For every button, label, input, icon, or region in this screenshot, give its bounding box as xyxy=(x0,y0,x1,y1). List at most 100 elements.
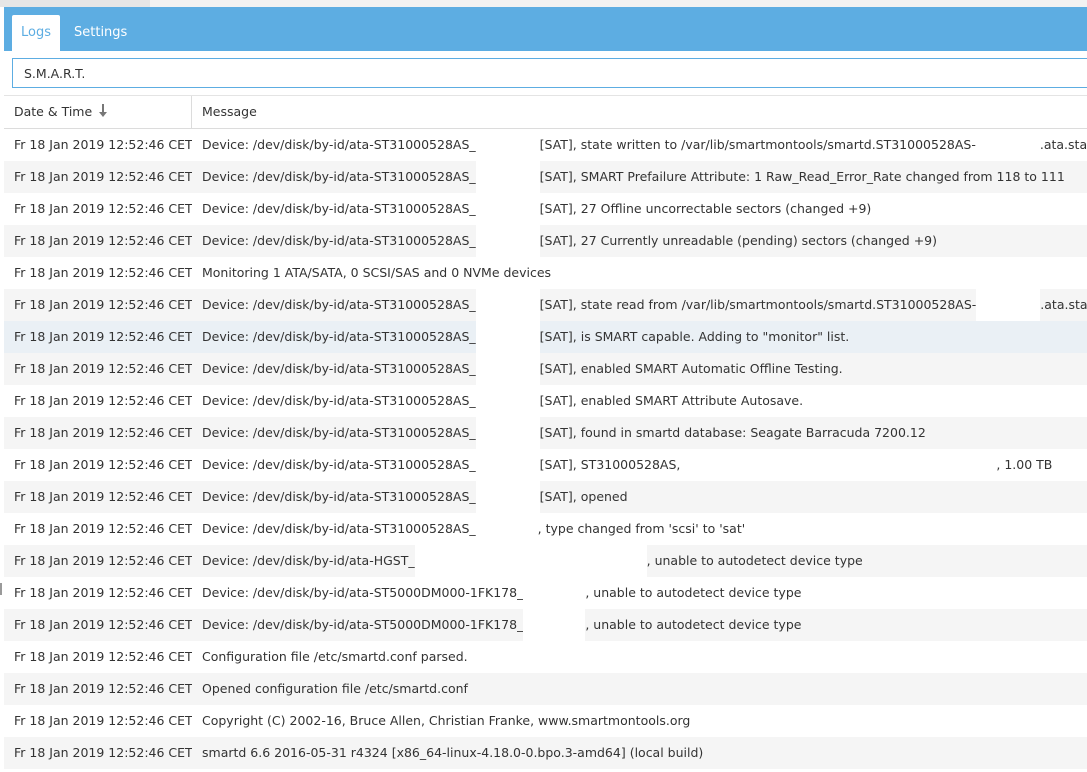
log-message-text: Device: /dev/disk/by-id/ata-ST5000DM000-… xyxy=(202,617,524,632)
log-row[interactable]: Fr 18 Jan 2019 12:52:46 CET Device: /dev… xyxy=(4,289,1087,321)
log-date: Fr 18 Jan 2019 12:52:46 CET xyxy=(14,521,192,536)
log-message-text: [SAT], enabled SMART Attribute Autosave. xyxy=(539,393,804,408)
log-date: Fr 18 Jan 2019 12:52:46 CET xyxy=(14,297,192,312)
log-row[interactable]: Fr 18 Jan 2019 12:52:46 CET Device: /dev… xyxy=(4,609,1087,641)
column-header-date[interactable]: Date & Time xyxy=(4,96,192,128)
log-message: Device: /dev/disk/by-id/ata-ST31000528AS… xyxy=(192,481,1087,513)
log-message: Device: /dev/disk/by-id/ata-ST31000528AS… xyxy=(192,353,1087,385)
log-row[interactable]: Fr 18 Jan 2019 12:52:46 CET smartd 6.6 2… xyxy=(4,737,1087,769)
log-message-text: Monitoring 1 ATA/SATA, 0 SCSI/SAS and 0 … xyxy=(202,265,552,280)
log-message-text: [SAT], state read from /var/lib/smartmon… xyxy=(539,297,977,312)
log-message: Device: /dev/disk/by-id/ata-ST31000528AS… xyxy=(192,321,1087,353)
redacted-block xyxy=(475,513,538,545)
log-message: Device: /dev/disk/by-id/ata-ST31000528AS… xyxy=(192,129,1087,161)
log-date: Fr 18 Jan 2019 12:52:46 CET xyxy=(14,393,192,408)
log-message-text: Opened configuration file /etc/smartd.co… xyxy=(202,681,468,696)
log-message-text: .ata.state xyxy=(1040,297,1087,312)
log-message: smartd 6.6 2016-05-31 r4324 [x86_64-linu… xyxy=(192,737,1087,769)
redacted-block xyxy=(475,481,540,513)
log-message-text: Device: /dev/disk/by-id/ata-ST5000DM000-… xyxy=(202,585,524,600)
log-row[interactable]: Fr 18 Jan 2019 12:52:46 CET Device: /dev… xyxy=(4,225,1087,257)
log-row[interactable]: Fr 18 Jan 2019 12:52:46 CET Configuratio… xyxy=(4,641,1087,673)
log-message-text: Device: /dev/disk/by-id/ata-ST31000528AS… xyxy=(202,425,476,440)
filter-area xyxy=(4,51,1087,95)
log-row[interactable]: Fr 18 Jan 2019 12:52:46 CET Device: /dev… xyxy=(4,321,1087,353)
log-message-text: Device: /dev/disk/by-id/ata-ST31000528AS… xyxy=(202,489,476,504)
log-row[interactable]: Fr 18 Jan 2019 12:52:46 CET Copyright (C… xyxy=(4,705,1087,737)
log-row[interactable]: Fr 18 Jan 2019 12:52:46 CET Device: /dev… xyxy=(4,129,1087,161)
log-date: Fr 18 Jan 2019 12:52:46 CET xyxy=(14,617,192,632)
log-date: Fr 18 Jan 2019 12:52:46 CET xyxy=(14,361,192,376)
redacted-block xyxy=(523,609,586,641)
log-message: Device: /dev/disk/by-id/ata-ST5000DM000-… xyxy=(192,609,1087,641)
redacted-block xyxy=(976,289,1041,321)
log-message: Device: /dev/disk/by-id/ata-ST31000528AS… xyxy=(192,417,1087,449)
log-date: Fr 18 Jan 2019 12:52:46 CET xyxy=(14,489,192,504)
log-message: Device: /dev/disk/by-id/ata-ST5000DM000-… xyxy=(192,577,1087,609)
redacted-block xyxy=(680,449,997,481)
log-row[interactable]: Fr 18 Jan 2019 12:52:46 CET Device: /dev… xyxy=(4,481,1087,513)
log-grid: Date & Time Message Fr 18 Jan 2019 12:52… xyxy=(4,95,1087,772)
log-message-text: Device: /dev/disk/by-id/ata-ST31000528AS… xyxy=(202,201,476,216)
redacted-block xyxy=(975,129,1040,161)
log-row[interactable]: Fr 18 Jan 2019 12:52:46 CET Device: /dev… xyxy=(4,545,1087,577)
tab-settings[interactable]: Settings xyxy=(74,15,127,51)
log-message-text: [SAT], enabled SMART Automatic Offline T… xyxy=(539,361,843,376)
log-message: Device: /dev/disk/by-id/ata-ST31000528AS… xyxy=(192,161,1087,193)
redacted-block xyxy=(475,161,540,193)
log-row[interactable]: Fr 18 Jan 2019 12:52:46 CET Device: /dev… xyxy=(4,417,1087,449)
log-date: Fr 18 Jan 2019 12:52:46 CET xyxy=(14,553,192,568)
log-row[interactable]: Fr 18 Jan 2019 12:52:46 CET Device: /dev… xyxy=(4,353,1087,385)
redacted-block xyxy=(475,353,540,385)
log-date: Fr 18 Jan 2019 12:52:46 CET xyxy=(14,425,192,440)
log-row[interactable]: Fr 18 Jan 2019 12:52:46 CET Opened confi… xyxy=(4,673,1087,705)
log-row[interactable]: Fr 18 Jan 2019 12:52:46 CET Device: /dev… xyxy=(4,193,1087,225)
log-date: Fr 18 Jan 2019 12:52:46 CET xyxy=(14,201,192,216)
window-edge-handle xyxy=(0,583,2,595)
log-message-text: Configuration file /etc/smartd.conf pars… xyxy=(202,649,468,664)
top-strip xyxy=(0,0,1087,7)
log-message-text: [SAT], 27 Offline uncorrectable sectors … xyxy=(539,201,872,216)
log-message-text: Device: /dev/disk/by-id/ata-ST31000528AS… xyxy=(202,329,476,344)
sort-descending-icon[interactable] xyxy=(99,103,108,118)
log-message: Device: /dev/disk/by-id/ata-ST31000528AS… xyxy=(192,225,1087,257)
tab-logs[interactable]: Logs xyxy=(12,15,60,51)
log-message: Configuration file /etc/smartd.conf pars… xyxy=(192,641,1087,673)
log-message-text: Device: /dev/disk/by-id/ata-ST31000528AS… xyxy=(202,521,476,536)
log-message-text: smartd 6.6 2016-05-31 r4324 [x86_64-linu… xyxy=(202,745,704,760)
log-row[interactable]: Fr 18 Jan 2019 12:52:46 CET Device: /dev… xyxy=(4,513,1087,545)
log-message-text: Device: /dev/disk/by-id/ata-ST31000528AS… xyxy=(202,137,476,152)
log-message-text: [SAT], found in smartd database: Seagate… xyxy=(539,425,926,440)
log-message-text: [SAT], opened xyxy=(539,489,628,504)
column-header-message[interactable]: Message xyxy=(192,96,1087,128)
redacted-block xyxy=(475,385,540,417)
log-row[interactable]: Fr 18 Jan 2019 12:52:46 CET Device: /dev… xyxy=(4,161,1087,193)
log-date: Fr 18 Jan 2019 12:52:46 CET xyxy=(14,329,192,344)
log-message: Device: /dev/disk/by-id/ata-ST31000528AS… xyxy=(192,385,1087,417)
redacted-block xyxy=(475,417,540,449)
log-message-text: .ata.state xyxy=(1039,137,1087,152)
filter-input[interactable] xyxy=(12,58,1087,88)
log-date: Fr 18 Jan 2019 12:52:46 CET xyxy=(14,137,192,152)
log-message: Device: /dev/disk/by-id/ata-ST31000528AS… xyxy=(192,289,1087,321)
log-message-text: Device: /dev/disk/by-id/ata-ST31000528AS… xyxy=(202,393,476,408)
log-row[interactable]: Fr 18 Jan 2019 12:52:46 CET Device: /dev… xyxy=(4,385,1087,417)
redacted-block xyxy=(475,321,540,353)
log-message: Copyright (C) 2002-16, Bruce Allen, Chri… xyxy=(192,705,1087,737)
log-message-text: , type changed from 'scsi' to 'sat' xyxy=(537,521,746,536)
log-message-text: [SAT], state written to /var/lib/smartmo… xyxy=(539,137,976,152)
log-date: Fr 18 Jan 2019 12:52:46 CET xyxy=(14,265,192,280)
log-date: Fr 18 Jan 2019 12:52:46 CET xyxy=(14,713,192,728)
log-message-text: , unable to autodetect device type xyxy=(585,585,802,600)
redacted-block xyxy=(475,449,540,481)
redacted-block xyxy=(475,193,540,225)
log-row[interactable]: Fr 18 Jan 2019 12:52:46 CET Monitoring 1… xyxy=(4,257,1087,289)
log-message-text: [SAT], ST31000528AS, xyxy=(539,457,681,472)
log-row[interactable]: Fr 18 Jan 2019 12:52:46 CET Device: /dev… xyxy=(4,449,1087,481)
redacted-block xyxy=(475,289,540,321)
log-message-text: Device: /dev/disk/by-id/ata-ST31000528AS… xyxy=(202,297,476,312)
log-date: Fr 18 Jan 2019 12:52:46 CET xyxy=(14,457,192,472)
redacted-block xyxy=(475,129,540,161)
log-row[interactable]: Fr 18 Jan 2019 12:52:46 CET Device: /dev… xyxy=(4,577,1087,609)
log-message: Device: /dev/disk/by-id/ata-ST31000528AS… xyxy=(192,193,1087,225)
